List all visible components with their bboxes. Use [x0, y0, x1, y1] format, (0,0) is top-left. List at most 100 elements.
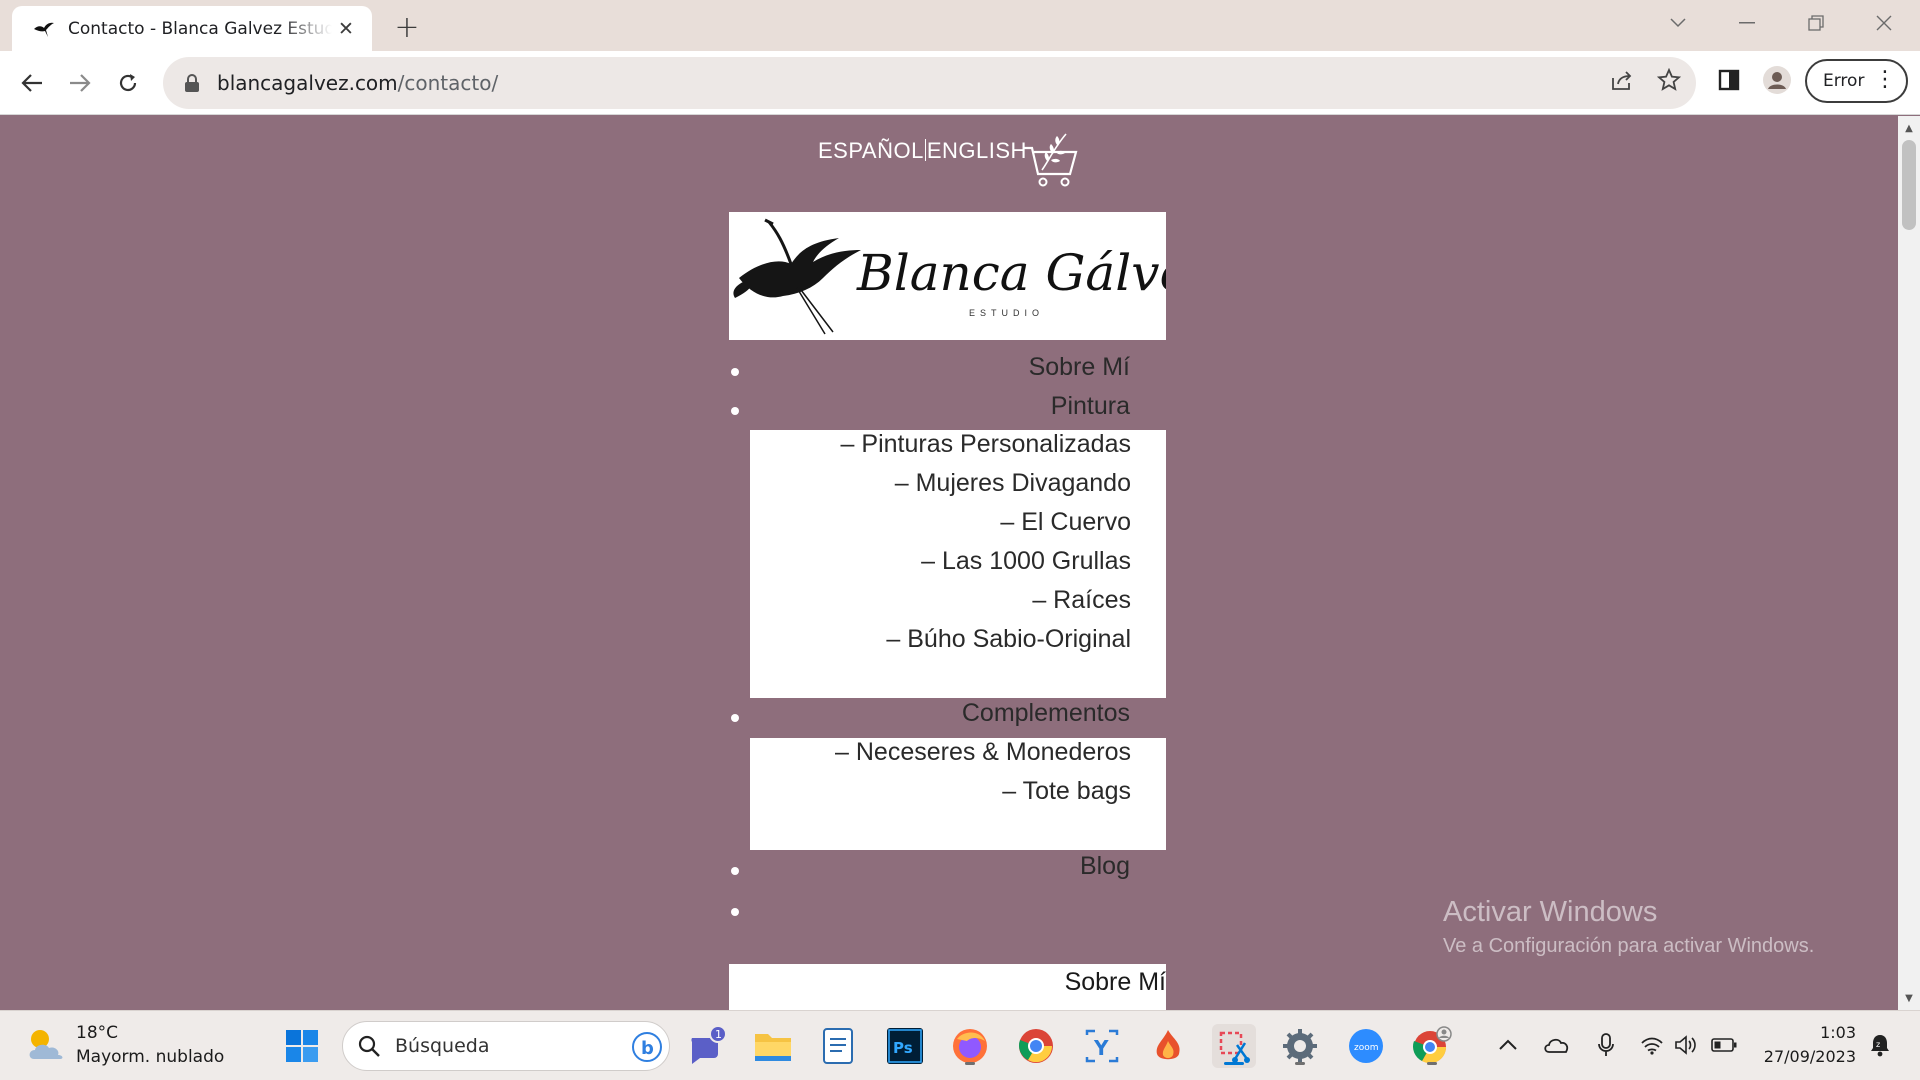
bing-icon[interactable]: b: [631, 1031, 663, 1063]
lock-icon[interactable]: [181, 72, 203, 94]
svg-text:Y: Y: [1093, 1036, 1109, 1060]
svg-text:zoom: zoom: [1354, 1043, 1379, 1053]
language-switcher: ESPAÑOL ENGLISH: [818, 138, 1027, 164]
menu-bullet: [731, 714, 739, 722]
search-icon: [358, 1035, 380, 1057]
active-tab[interactable]: Contacto - Blanca Galvez Estudio ✕: [12, 6, 372, 51]
tab-title: Contacto - Blanca Galvez Estudio: [68, 18, 332, 39]
windows-start-icon[interactable]: [280, 1024, 324, 1068]
yandex-icon[interactable]: Y: [1080, 1024, 1124, 1068]
menu-item-blog[interactable]: Blog: [1080, 852, 1130, 881]
tab-search-icon[interactable]: [1658, 8, 1698, 38]
zoom-icon[interactable]: zoom: [1344, 1024, 1388, 1068]
submenu-item-las-1000-grullas[interactable]: – Las 1000 Grullas: [921, 547, 1131, 576]
chrome-icon[interactable]: [1014, 1024, 1058, 1068]
submenu-item-pinturas-personalizadas[interactable]: – Pinturas Personalizadas: [841, 430, 1131, 459]
snipping-tool-icon[interactable]: [1212, 1024, 1256, 1068]
browser-toolbar: blancagalvez.com/contacto/ Error ⋮: [0, 51, 1920, 115]
svg-text:z: z: [1876, 1040, 1880, 1049]
file-explorer-icon[interactable]: [751, 1024, 795, 1068]
svg-text:b: b: [641, 1038, 654, 1059]
submenu-item-tote-bags[interactable]: – Tote bags: [1002, 777, 1131, 806]
chrome-profile-icon[interactable]: [1410, 1024, 1454, 1068]
volume-icon[interactable]: [1672, 1031, 1700, 1059]
menu-item-sobre-mi[interactable]: Sobre Mí: [1029, 353, 1130, 382]
restore-icon[interactable]: [1796, 8, 1836, 38]
close-tab-icon[interactable]: ✕: [332, 15, 360, 43]
menu-bullet: [731, 908, 739, 916]
forward-arrow-icon[interactable]: [62, 65, 98, 101]
url-path: /contacto/: [397, 71, 499, 95]
scroll-up-icon[interactable]: ▲: [1898, 118, 1920, 138]
menu-bullet: [731, 867, 739, 875]
url-domain: blancagalvez.com: [217, 71, 398, 95]
running-indicator: [1295, 1062, 1305, 1065]
weather-description[interactable]: Mayorm. nublado: [76, 1047, 224, 1067]
fire-app-icon[interactable]: [1146, 1024, 1190, 1068]
lang-spanish-link[interactable]: ESPAÑOL: [818, 138, 924, 163]
close-window-icon[interactable]: [1864, 8, 1904, 38]
settings-gear-icon[interactable]: [1278, 1024, 1322, 1068]
clock-date: 27/09/2023: [1763, 1047, 1856, 1066]
logo-wordmark: Blanca Gálvez: [856, 244, 1166, 302]
reload-icon[interactable]: [110, 65, 146, 101]
menu-dots-icon[interactable]: ⋮: [1874, 69, 1896, 91]
photoshop-icon[interactable]: Ps: [883, 1024, 927, 1068]
profile-error-label: Error: [1823, 71, 1865, 91]
menu-item-complementos[interactable]: Complementos: [962, 699, 1130, 728]
web-page: ESPAÑOLENGLISH Blanca Gálvez ESTUDIO Sob…: [0, 116, 1898, 1010]
complementos-submenu: – Neceseres & Monederos – Tote bags: [750, 738, 1166, 850]
windows-taskbar: 18°C Mayorm. nublado Búsqueda b 1 Ps Y z…: [0, 1010, 1920, 1080]
notepad-icon[interactable]: [816, 1024, 860, 1068]
battery-icon[interactable]: [1710, 1031, 1738, 1059]
microphone-icon[interactable]: [1592, 1031, 1620, 1059]
new-tab-button[interactable]: +: [390, 10, 424, 45]
share-icon[interactable]: [1607, 65, 1637, 95]
taskbar-search-input[interactable]: Búsqueda b: [342, 1021, 670, 1071]
menu-item-pintura[interactable]: Pintura: [1051, 392, 1130, 421]
onedrive-cloud-icon[interactable]: [1542, 1031, 1570, 1059]
bookmark-star-icon[interactable]: [1654, 65, 1684, 95]
firefox-icon[interactable]: [948, 1024, 992, 1068]
show-hidden-icons-chevron-icon[interactable]: [1494, 1031, 1522, 1059]
scroll-thumb[interactable]: [1902, 140, 1916, 230]
scroll-down-icon[interactable]: ▼: [1898, 988, 1920, 1008]
wifi-icon[interactable]: [1638, 1031, 1666, 1059]
minimize-icon[interactable]: [1727, 8, 1767, 38]
page-scrollbar[interactable]: ▲ ▼: [1898, 116, 1920, 1010]
bird-favicon-icon: [34, 22, 54, 37]
svg-text:Ps: Ps: [893, 1039, 913, 1057]
secondary-menu-sobre-mi[interactable]: Sobre Mí: [1065, 968, 1166, 997]
clock-time: 1:03: [1820, 1023, 1856, 1042]
pintura-submenu: – Pinturas Personalizadas – Mujeres Diva…: [750, 430, 1166, 698]
secondary-menu-box: Sobre Mí: [729, 964, 1166, 1010]
menu-bullet: [731, 407, 739, 415]
teams-chat-icon[interactable]: 1: [684, 1024, 728, 1068]
activation-title: Activar Windows: [1443, 896, 1658, 928]
site-logo[interactable]: Blanca Gálvez ESTUDIO: [729, 212, 1216, 340]
menu-bullet: [731, 368, 739, 376]
activation-subtitle: Ve a Configuración para activar Windows.: [1443, 935, 1815, 957]
logo-subtitle: ESTUDIO: [969, 308, 1044, 318]
weather-temperature[interactable]: 18°C: [76, 1023, 118, 1043]
running-indicator: [1427, 1062, 1437, 1065]
system-clock[interactable]: 1:03 27/09/2023: [1740, 1021, 1856, 1069]
submenu-item-buho-sabio[interactable]: – Búho Sabio-Original: [886, 625, 1131, 654]
shopping-cart-icon[interactable]: [1022, 128, 1080, 190]
submenu-item-mujeres-divagando[interactable]: – Mujeres Divagando: [895, 469, 1131, 498]
notifications-icon[interactable]: z: [1866, 1031, 1894, 1059]
side-panel-icon[interactable]: [1714, 65, 1744, 95]
crane-logo-icon: Blanca Gálvez ESTUDIO: [733, 218, 1216, 335]
tab-strip: Contacto - Blanca Galvez Estudio ✕ +: [0, 0, 1920, 51]
address-bar[interactable]: blancagalvez.com/contacto/: [163, 57, 1696, 109]
profile-error-button[interactable]: Error ⋮: [1805, 59, 1908, 103]
lang-divider: [924, 139, 926, 161]
submenu-item-el-cuervo[interactable]: – El Cuervo: [1000, 508, 1131, 537]
submenu-item-neceseres[interactable]: – Neceseres & Monederos: [835, 738, 1131, 767]
profile-avatar-icon[interactable]: [1762, 65, 1792, 95]
submenu-item-raices[interactable]: – Raíces: [1032, 586, 1131, 615]
running-indicator: [965, 1062, 975, 1065]
partly-cloudy-icon[interactable]: [24, 1025, 68, 1065]
back-arrow-icon[interactable]: [14, 65, 50, 101]
lang-english-link[interactable]: ENGLISH: [927, 138, 1027, 163]
